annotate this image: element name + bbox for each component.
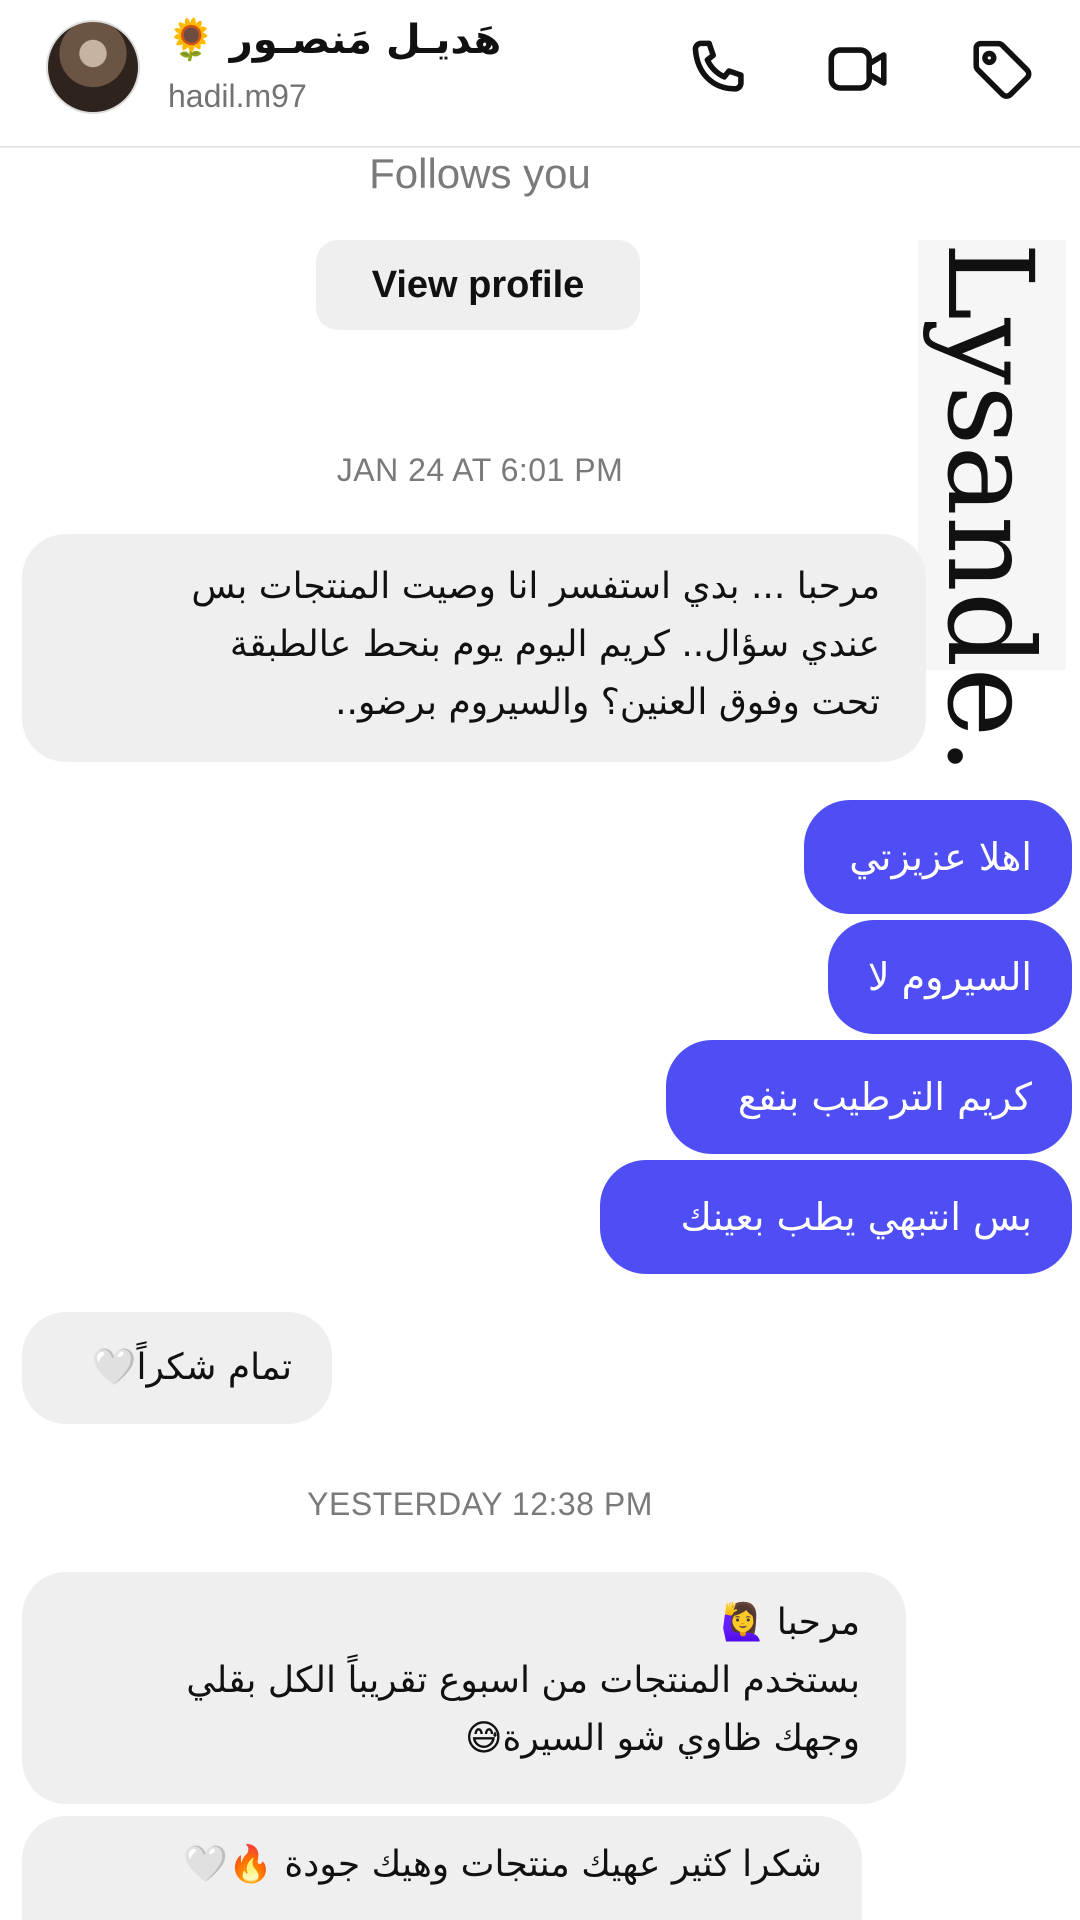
message-line: مرحبا ... بدي استفسر انا وصيت المنتجات ب… — [191, 566, 880, 607]
message-line: عندي سؤال.. كريم اليوم يوم بنحط عالطبقة — [229, 624, 880, 665]
message-bubble-incoming[interactable]: مرحبا ... بدي استفسر انا وصيت المنتجات ب… — [22, 534, 926, 762]
view-profile-button[interactable]: View profile — [316, 240, 640, 330]
video-icon[interactable] — [824, 34, 894, 104]
avatar[interactable] — [46, 20, 140, 114]
tag-icon[interactable] — [966, 34, 1036, 104]
timestamp: JAN 24 AT 6:01 PM — [336, 452, 624, 488]
chat-header: هَديـل مَنصـور 🌻 hadil.m97 — [0, 0, 1080, 148]
phone-icon[interactable] — [682, 34, 752, 104]
contact-name[interactable]: هَديـل مَنصـور 🌻 — [166, 16, 546, 63]
message-line: بستخدم المنتجات من اسبوع تقريباً الكل بق… — [186, 1660, 860, 1701]
message-bubble-outgoing[interactable]: اهلا عزيزتي — [804, 800, 1072, 914]
message-line: مرحبا 🙋‍♀️ — [720, 1602, 861, 1643]
message-line: تحت وفوق العنين؟ والسيروم برضو.. — [335, 682, 880, 723]
timestamp: YESTERDAY 12:38 PM — [307, 1486, 653, 1522]
message-bubble-outgoing[interactable]: بس انتبهي يطب بعينك — [600, 1160, 1072, 1274]
contact-handle[interactable]: hadil.m97 — [168, 78, 307, 115]
message-bubble-incoming[interactable]: شكرا كثير عهيك منتجات وهيك جودة 🔥🤍 — [22, 1816, 862, 1920]
dm-thread-screen: هَديـل مَنصـور 🌻 hadil.m97 Follows you V… — [0, 0, 1080, 1920]
message-line: وجهك ظاوي شو السيرة😅 — [464, 1718, 860, 1759]
message-bubble-outgoing[interactable]: كريم الترطيب بنفع — [666, 1040, 1072, 1154]
message-bubble-incoming[interactable]: تمام شكراً🤍 — [22, 1312, 332, 1424]
follows-you-label: Follows you — [369, 150, 591, 197]
watermark-logo: Lysande. — [921, 242, 1059, 775]
message-bubble-outgoing[interactable]: السيروم لا — [828, 920, 1072, 1034]
message-bubble-incoming[interactable]: مرحبا 🙋‍♀️ بستخدم المنتجات من اسبوع تقري… — [22, 1572, 906, 1804]
